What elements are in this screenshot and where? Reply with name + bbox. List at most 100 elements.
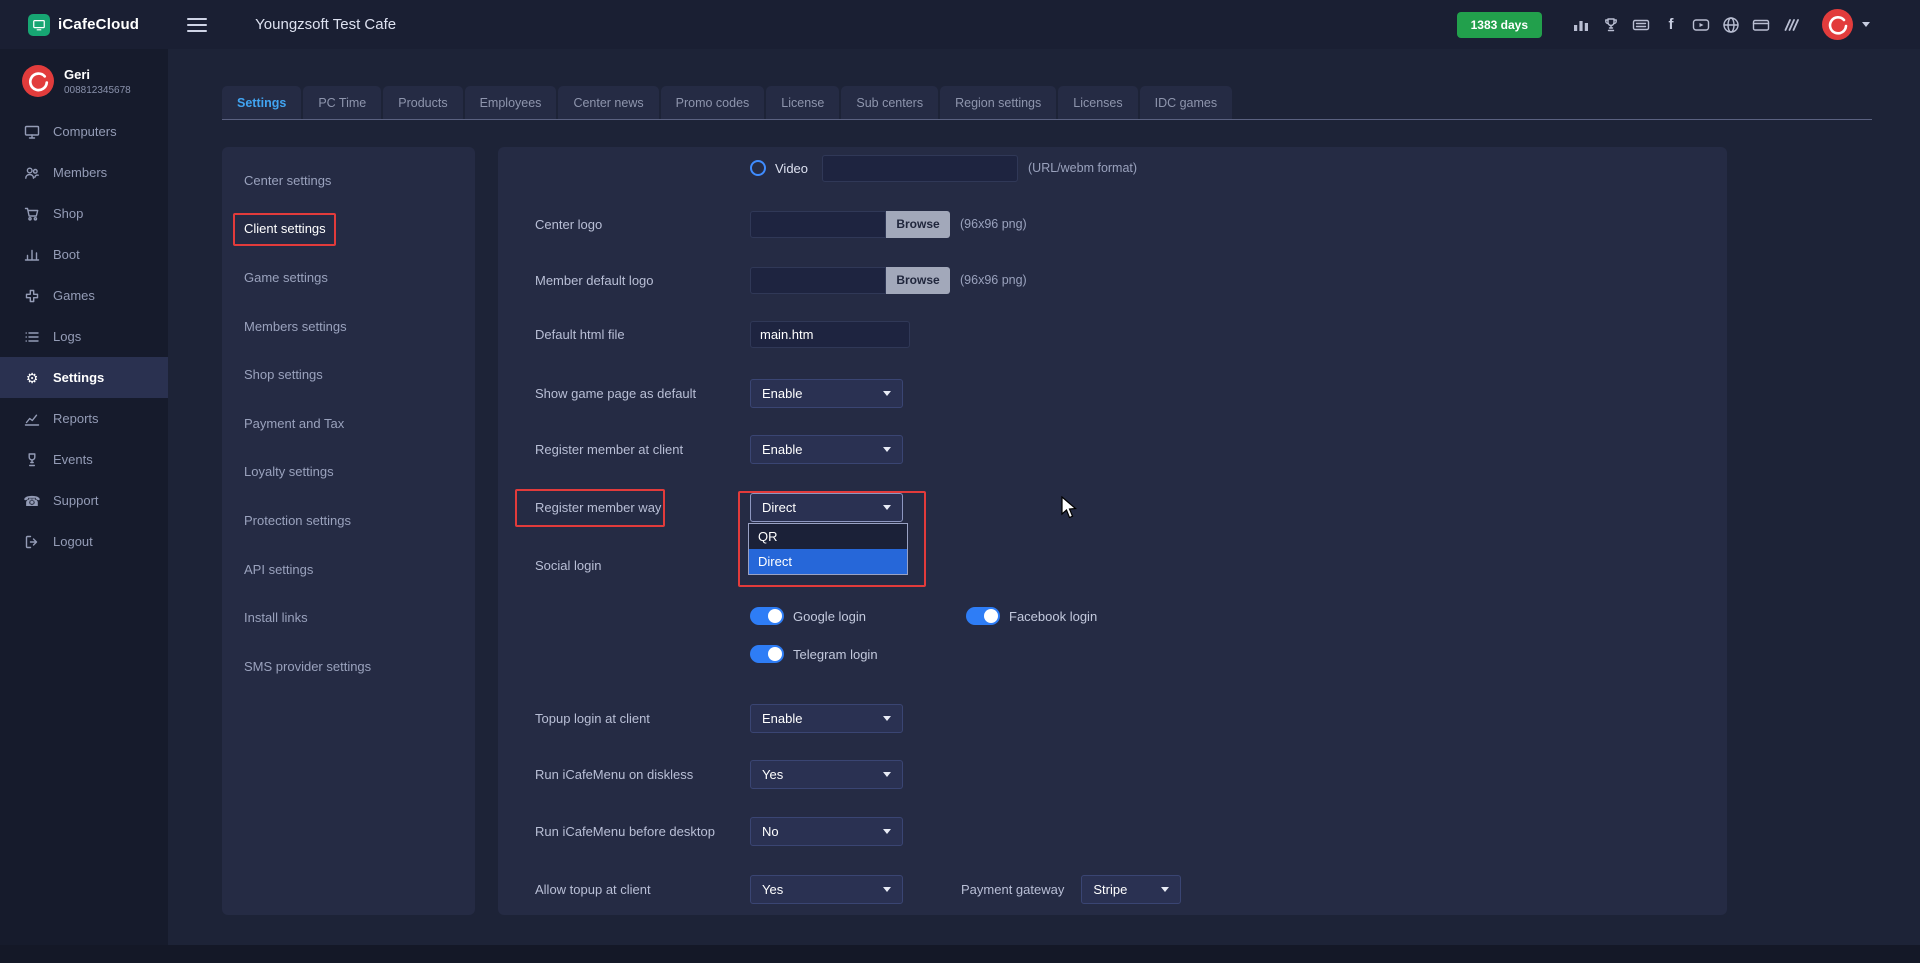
settings-menu-center-settings[interactable]: Center settings	[222, 156, 475, 205]
tab-bar: Settings PC Time Products Employees Cent…	[222, 86, 1232, 119]
tab-settings[interactable]: Settings	[222, 86, 301, 119]
chevron-down-icon[interactable]	[1862, 22, 1870, 27]
center-logo-label: Center logo	[535, 217, 750, 232]
form-row-default-html: Default html file	[535, 317, 1703, 351]
video-radio[interactable]	[750, 160, 766, 176]
settings-menu-sms-provider-settings[interactable]: SMS provider settings	[222, 642, 475, 691]
tab-products[interactable]: Products	[383, 86, 462, 119]
user-avatar[interactable]	[1822, 9, 1853, 40]
sidebar-item-members[interactable]: Members	[0, 152, 168, 193]
center-logo-browse-button[interactable]: Browse	[886, 211, 950, 238]
settings-menu-protection-settings[interactable]: Protection settings	[222, 496, 475, 545]
register-member-way-select[interactable]: Direct	[750, 493, 903, 522]
tab-promo-codes[interactable]: Promo codes	[661, 86, 765, 119]
video-url-input[interactable]	[822, 155, 1018, 182]
payment-gateway-select[interactable]: Stripe	[1081, 875, 1181, 904]
sidebar-item-computers[interactable]: Computers	[0, 111, 168, 152]
sidebar-item-events[interactable]: Events	[0, 439, 168, 480]
sidebar-item-reports[interactable]: Reports	[0, 398, 168, 439]
settings-menu-client-settings[interactable]: Client settings	[222, 205, 475, 254]
logout-icon	[24, 534, 40, 550]
sidebar-item-settings[interactable]: ⚙ Settings	[0, 357, 168, 398]
default-html-input[interactable]	[750, 321, 910, 348]
tab-licenses[interactable]: Licenses	[1058, 86, 1137, 119]
allow-topup-select[interactable]: Yes	[750, 875, 903, 904]
google-login-toggle[interactable]	[750, 607, 784, 625]
social-login-label: Social login	[535, 558, 750, 573]
sidebar-user-block[interactable]: Geri 008812345678	[0, 49, 168, 111]
dropdown-option-direct[interactable]: Direct	[749, 549, 907, 574]
default-html-label: Default html file	[535, 327, 750, 342]
dropdown-option-qr[interactable]: QR	[749, 524, 907, 549]
gear-icon: ⚙	[24, 370, 40, 386]
select-caret-icon	[883, 887, 891, 892]
center-logo-input[interactable]	[750, 211, 886, 238]
form-row-register-member-way: Register member way Direct	[535, 490, 1703, 524]
cafe-name: Youngzsoft Test Cafe	[255, 16, 396, 33]
telegram-login-toggle[interactable]	[750, 645, 784, 663]
logs-icon	[24, 329, 40, 345]
member-logo-label: Member default logo	[535, 273, 750, 288]
allow-topup-label: Allow topup at client	[535, 882, 750, 897]
tab-center-news[interactable]: Center news	[558, 86, 658, 119]
tab-license[interactable]: License	[766, 86, 839, 119]
show-game-page-label: Show game page as default	[535, 386, 750, 401]
payment-gateway-label: Payment gateway	[961, 882, 1064, 897]
facebook-login-toggle[interactable]	[966, 607, 1000, 625]
settings-menu-install-links[interactable]: Install links	[222, 593, 475, 642]
support-phone-icon: ☎	[24, 493, 40, 509]
register-member-way-dropdown: QR Direct	[748, 523, 908, 575]
register-member-client-select[interactable]: Enable	[750, 435, 903, 464]
tab-idc-games[interactable]: IDC games	[1140, 86, 1233, 119]
globe-icon[interactable]	[1722, 16, 1740, 34]
sidebar-item-games[interactable]: Games	[0, 275, 168, 316]
topup-login-select[interactable]: Enable	[750, 704, 903, 733]
settings-menu-api-settings[interactable]: API settings	[222, 545, 475, 594]
tab-sub-centers[interactable]: Sub centers	[841, 86, 938, 119]
settings-menu-members-settings[interactable]: Members settings	[222, 302, 475, 351]
run-before-desktop-select[interactable]: No	[750, 817, 903, 846]
layers-icon[interactable]	[1782, 16, 1800, 34]
run-diskless-select[interactable]: Yes	[750, 760, 903, 789]
tab-employees[interactable]: Employees	[465, 86, 557, 119]
youtube-icon[interactable]	[1692, 16, 1710, 34]
sidebar-item-shop[interactable]: Shop	[0, 193, 168, 234]
cart-icon	[24, 206, 40, 222]
tab-region-settings[interactable]: Region settings	[940, 86, 1056, 119]
brand[interactable]: iCafeCloud	[0, 14, 139, 36]
form-row-allow-topup: Allow topup at client Yes Payment gatewa…	[535, 872, 1703, 906]
days-badge[interactable]: 1383 days	[1457, 12, 1542, 38]
sidebar-item-boot[interactable]: Boot	[0, 234, 168, 275]
tab-pc-time[interactable]: PC Time	[303, 86, 381, 119]
monitor-icon	[24, 124, 40, 140]
register-member-way-label: Register member way	[535, 500, 750, 515]
facebook-icon[interactable]: f	[1662, 16, 1680, 33]
sidebar-item-logs[interactable]: Logs	[0, 316, 168, 357]
settings-menu-payment-and-tax[interactable]: Payment and Tax	[222, 399, 475, 448]
hamburger-menu-icon[interactable]	[187, 14, 207, 36]
stats-icon[interactable]	[1572, 16, 1590, 34]
form-row-run-before-desktop: Run iCafeMenu before desktop No	[535, 814, 1703, 848]
settings-menu-game-settings[interactable]: Game settings	[222, 253, 475, 302]
card-icon[interactable]	[1752, 16, 1770, 34]
select-caret-icon	[1161, 887, 1169, 892]
keyboard-icon[interactable]	[1632, 16, 1650, 34]
select-caret-icon	[883, 391, 891, 396]
show-game-page-select[interactable]: Enable	[750, 379, 903, 408]
run-before-desktop-label: Run iCafeMenu before desktop	[535, 824, 750, 839]
trophy-icon[interactable]	[1602, 16, 1620, 34]
video-label: Video	[775, 161, 808, 176]
settings-menu-loyalty-settings[interactable]: Loyalty settings	[222, 448, 475, 497]
user-id: 008812345678	[64, 85, 131, 96]
google-login-label: Google login	[793, 609, 866, 624]
sidebar-item-logout[interactable]: Logout	[0, 521, 168, 562]
facebook-login-label: Facebook login	[1009, 609, 1097, 624]
form-row-member-logo: Member default logo Browse (96x96 png)	[535, 263, 1703, 297]
brand-name: iCafeCloud	[58, 16, 139, 33]
sidebar-item-support[interactable]: ☎ Support	[0, 480, 168, 521]
settings-menu-shop-settings[interactable]: Shop settings	[222, 350, 475, 399]
topbar: iCafeCloud Youngzsoft Test Cafe 1383 day…	[0, 0, 1920, 49]
member-logo-input[interactable]	[750, 267, 886, 294]
form-row-social-login: Social login	[535, 548, 1703, 582]
member-logo-browse-button[interactable]: Browse	[886, 267, 950, 294]
